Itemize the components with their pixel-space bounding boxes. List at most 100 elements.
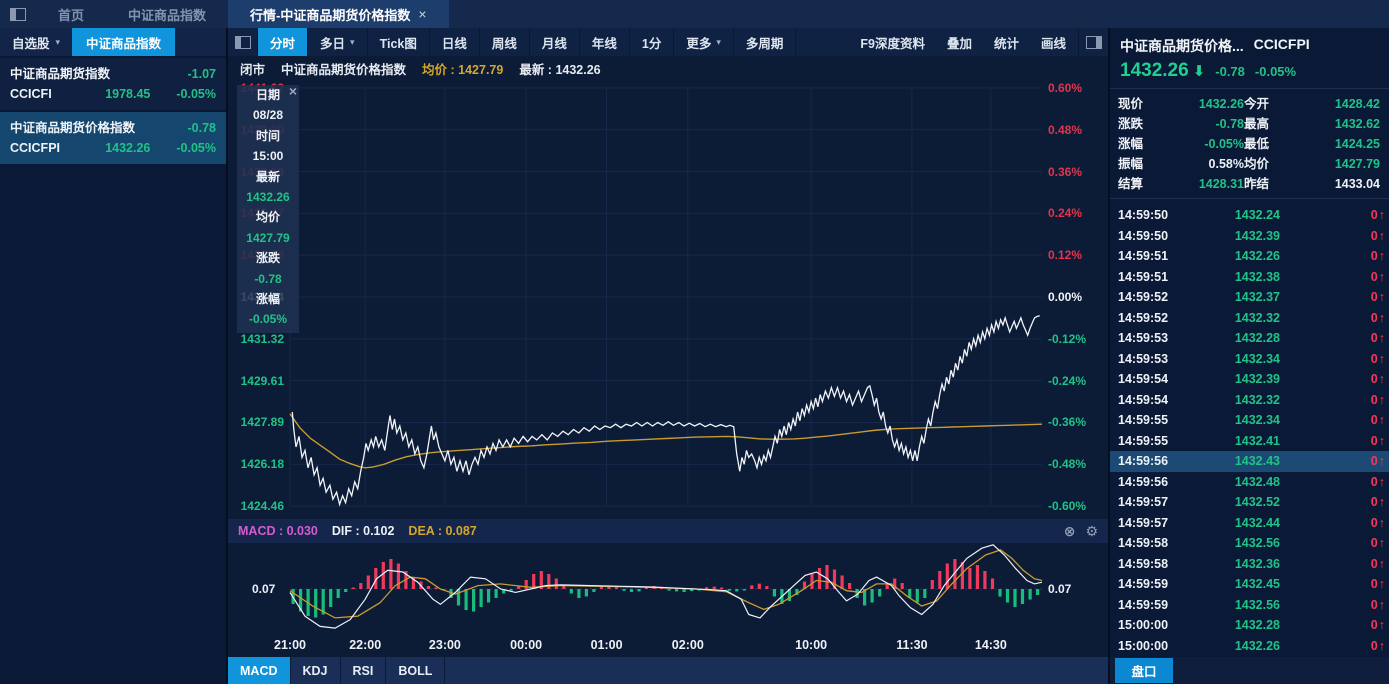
indicator-tab-MACD[interactable]: MACD: [228, 657, 291, 684]
tick-row[interactable]: 14:59:501432.240↑: [1110, 205, 1389, 226]
tooltip-value: 08/28: [237, 105, 299, 125]
tick-volume: 0: [1280, 208, 1378, 222]
indicator-tab-BOLL[interactable]: BOLL: [386, 657, 445, 684]
gear-icon[interactable]: ⚙: [1085, 523, 1098, 540]
tick-list[interactable]: 14:59:501432.240↑14:59:501432.390↑14:59:…: [1110, 205, 1389, 657]
up-arrow-icon: ↑: [1379, 311, 1385, 325]
watchlist-item[interactable]: 中证商品期货指数-1.07CCICFI1978.45-0.05%: [0, 58, 226, 110]
pct-axis-label: -0.36%: [1048, 415, 1106, 429]
tick-row[interactable]: 14:59:521432.370↑: [1110, 287, 1389, 308]
change-value: -1.07: [188, 64, 217, 84]
up-arrow-icon: ↑: [1379, 516, 1385, 530]
tooltip-label: 涨跌: [237, 248, 299, 268]
tick-row[interactable]: 14:59:511432.380↑: [1110, 267, 1389, 288]
toolbar-right-button-3[interactable]: 画线: [1041, 33, 1066, 52]
order-book-button[interactable]: 盘口: [1115, 658, 1173, 683]
tick-volume: 0: [1280, 639, 1378, 653]
indicator-close-icon[interactable]: ⊗: [1064, 523, 1076, 540]
instrument-code: CCICFI: [10, 84, 52, 104]
toolbar-button-多周期[interactable]: 多周期: [734, 28, 797, 56]
tick-row[interactable]: 14:59:571432.520↑: [1110, 492, 1389, 513]
top-tab-0[interactable]: 首页: [36, 0, 106, 28]
indicator-tabs: MACDKDJRSIBOLL: [228, 657, 1108, 684]
top-tab-1[interactable]: 中证商品指数: [106, 0, 228, 28]
time-axis-label: 01:00: [591, 638, 623, 652]
tick-row[interactable]: 14:59:561432.430↑: [1110, 451, 1389, 472]
quote-title: 中证商品期货价格... CCICFPI: [1110, 28, 1389, 56]
tick-row[interactable]: 14:59:531432.280↑: [1110, 328, 1389, 349]
price-axis-label: 1429.61: [230, 374, 284, 388]
intraday-chart-svg: [228, 80, 1108, 519]
up-arrow-icon: ↑: [1379, 598, 1385, 612]
toolbar-right-button-1[interactable]: 叠加: [947, 33, 972, 52]
tick-row[interactable]: 15:00:001432.260↑: [1110, 636, 1389, 657]
tick-price: 1432.37: [1188, 290, 1280, 304]
pct-axis-label: -0.12%: [1048, 332, 1106, 346]
instrument-name: 中证商品期货价格指数: [281, 59, 406, 78]
tick-row[interactable]: 14:59:581432.560↑: [1110, 533, 1389, 554]
tick-row[interactable]: 15:00:001432.280↑: [1110, 615, 1389, 636]
tick-row[interactable]: 14:59:511432.260↑: [1110, 246, 1389, 267]
tick-row[interactable]: 14:59:541432.390↑: [1110, 369, 1389, 390]
group-chip-active[interactable]: 中证商品指数: [72, 28, 175, 56]
top-tab-2[interactable]: 行情-中证商品期货价格指数×: [228, 0, 449, 28]
tick-price: 1432.26: [1188, 639, 1280, 653]
toolbar-button-年线[interactable]: 年线: [580, 28, 630, 56]
tick-volume: 0: [1280, 393, 1378, 407]
last-price-status: 最新 : 1432.26: [519, 59, 600, 78]
tick-price: 1432.56: [1188, 536, 1280, 550]
toolbar-button-周线[interactable]: 周线: [480, 28, 530, 56]
toolbar-right-button-2[interactable]: 统计: [994, 33, 1019, 52]
toolbar-button-多日[interactable]: 多日▾: [308, 28, 368, 56]
group-selector[interactable]: 自选股 ▾: [0, 28, 72, 56]
pct-value: -0.05%: [176, 138, 216, 158]
tick-volume: 0: [1280, 229, 1378, 243]
tick-row[interactable]: 14:59:581432.360↑: [1110, 554, 1389, 575]
toolbar-right-button-0[interactable]: F9深度资料: [860, 33, 925, 52]
toolbar-button-label: 多日: [320, 33, 345, 52]
time-axis-label: 14:30: [975, 638, 1007, 652]
up-arrow-icon: ↑: [1379, 413, 1385, 427]
up-arrow-icon: ↑: [1379, 434, 1385, 448]
toolbar-button-更多[interactable]: 更多▾: [674, 28, 734, 56]
tick-row[interactable]: 14:59:541432.320↑: [1110, 390, 1389, 411]
tooltip-value: 15:00: [237, 146, 299, 166]
close-icon[interactable]: ×: [289, 83, 297, 99]
close-icon[interactable]: ×: [418, 6, 426, 22]
tick-row[interactable]: 14:59:571432.440↑: [1110, 513, 1389, 534]
tick-volume: 0: [1280, 290, 1378, 304]
pct-axis-label: -0.60%: [1048, 499, 1106, 513]
watchlist-item[interactable]: 中证商品期货价格指数-0.78CCICFPI1432.26-0.05%: [0, 112, 226, 164]
panel-collapse-icon[interactable]: [228, 28, 258, 56]
tick-time: 14:59:51: [1118, 270, 1188, 284]
toolbar-button-Tick图[interactable]: Tick图: [368, 28, 430, 56]
tick-row[interactable]: 14:59:561432.480↑: [1110, 472, 1389, 493]
tick-volume: 0: [1280, 434, 1378, 448]
intraday-chart[interactable]: 1441.621439.901438.191436.471434.761433.…: [228, 80, 1108, 519]
toolbar-button-分时[interactable]: 分时: [258, 28, 308, 56]
toolbar-button-label: 年线: [592, 33, 617, 52]
tick-row[interactable]: 14:59:551432.340↑: [1110, 410, 1389, 431]
tooltip-value: -0.78: [237, 269, 299, 289]
tick-row[interactable]: 14:59:501432.390↑: [1110, 226, 1389, 247]
quote-change-pct: -0.05%: [1255, 64, 1296, 79]
quote-panel: 中证商品期货价格... CCICFPI 1432.26 ⬇ -0.78 -0.0…: [1108, 28, 1389, 684]
indicator-tab-RSI[interactable]: RSI: [341, 657, 387, 684]
macd-pane[interactable]: 0.070.07: [228, 543, 1108, 635]
indicator-tab-KDJ[interactable]: KDJ: [291, 657, 341, 684]
sidebar-toggle-icon[interactable]: [10, 8, 26, 21]
tick-row[interactable]: 14:59:551432.410↑: [1110, 431, 1389, 452]
toolbar-button-1分[interactable]: 1分: [630, 28, 674, 56]
tick-row[interactable]: 14:59:521432.320↑: [1110, 308, 1389, 329]
tick-time: 14:59:59: [1118, 577, 1188, 591]
tick-row[interactable]: 14:59:531432.340↑: [1110, 349, 1389, 370]
panel-expand-icon[interactable]: [1078, 28, 1108, 56]
tick-row[interactable]: 14:59:591432.450↑: [1110, 574, 1389, 595]
up-arrow-icon: ↑: [1379, 475, 1385, 489]
tick-price: 1432.45: [1188, 577, 1280, 591]
stat-value: 1432.26: [1160, 94, 1244, 114]
time-axis-label: 11:30: [896, 638, 927, 652]
toolbar-button-日线[interactable]: 日线: [430, 28, 480, 56]
toolbar-button-月线[interactable]: 月线: [530, 28, 580, 56]
tick-row[interactable]: 14:59:591432.560↑: [1110, 595, 1389, 616]
